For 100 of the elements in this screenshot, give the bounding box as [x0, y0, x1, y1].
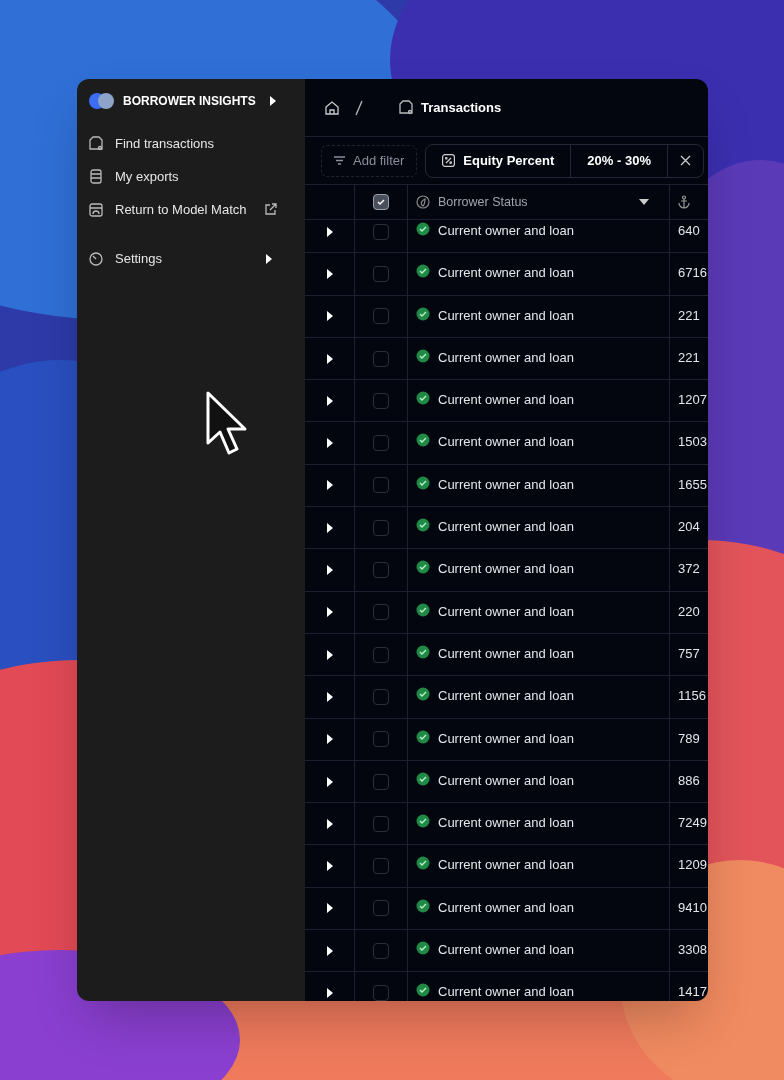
check-circle-icon	[416, 306, 430, 321]
status-text: Current owner and loan	[438, 602, 574, 621]
row-checkbox[interactable]	[373, 350, 389, 367]
percent-icon	[442, 154, 456, 167]
expand-icon[interactable]	[325, 395, 334, 406]
address-text: 789	[678, 729, 700, 748]
address-text: 6716	[678, 264, 707, 283]
add-filter-button[interactable]: Add filter	[321, 144, 418, 177]
row-checkbox[interactable]	[373, 265, 389, 282]
row-checkbox[interactable]	[373, 858, 389, 875]
check-circle-icon	[416, 814, 430, 829]
row-checkbox[interactable]	[373, 562, 389, 578]
status-text: Current owner and loan	[438, 475, 574, 494]
nav-item[interactable]: My exports	[85, 160, 297, 193]
nav-item[interactable]: Find transactions	[85, 127, 297, 160]
expand-icon[interactable]	[325, 776, 334, 787]
expand-icon[interactable]	[325, 734, 334, 745]
row-checkbox[interactable]	[373, 646, 389, 663]
column-header[interactable]: Borrower Status	[438, 192, 631, 212]
row-checkbox[interactable]	[373, 604, 389, 621]
check-circle-icon	[416, 560, 430, 575]
row-checkbox[interactable]	[373, 731, 389, 748]
expand-icon[interactable]	[325, 353, 334, 364]
expand-icon[interactable]	[325, 480, 334, 491]
address-text: 1207	[678, 391, 707, 410]
row-checkbox[interactable]	[373, 308, 389, 325]
close-icon[interactable]	[679, 155, 691, 166]
address-text: 9410	[678, 898, 707, 917]
select-all-checkbox[interactable]	[373, 194, 389, 210]
expand-icon[interactable]	[325, 945, 334, 956]
nav-item[interactable]: Settings	[85, 242, 297, 275]
expand-icon[interactable]	[325, 861, 334, 872]
address-text: 204	[678, 518, 700, 537]
row-checkbox[interactable]	[373, 900, 389, 917]
check-circle-icon	[416, 983, 430, 998]
check-circle-icon	[416, 264, 430, 279]
check-circle-icon	[416, 391, 430, 406]
expand-icon[interactable]	[325, 691, 334, 702]
status-text: Current owner and loan	[438, 391, 574, 410]
expand-icon[interactable]	[325, 438, 334, 449]
expand-icon[interactable]	[325, 311, 334, 322]
address-text: 1209	[678, 856, 707, 875]
row-checkbox[interactable]	[373, 519, 389, 536]
row-checkbox[interactable]	[373, 942, 389, 959]
status-text: Current owner and loan	[438, 729, 574, 748]
address-text: 1503	[678, 433, 707, 452]
expand-icon[interactable]	[325, 268, 334, 279]
expand-icon[interactable]	[325, 226, 334, 237]
status-text: Current owner and loan	[438, 348, 574, 367]
check-circle-icon	[416, 687, 430, 702]
database-icon	[89, 169, 103, 184]
expand-icon[interactable]	[325, 903, 334, 914]
home-icon[interactable]	[325, 100, 339, 115]
address-text: 1156	[678, 687, 706, 706]
row-checkbox[interactable]	[373, 815, 389, 832]
filter-field: Equity Percent	[463, 150, 555, 171]
check-circle-icon	[416, 771, 430, 786]
expand-icon[interactable]	[325, 522, 334, 533]
check-circle-icon	[416, 222, 430, 236]
status-text: Current owner and loan	[438, 560, 574, 579]
row-checkbox[interactable]	[373, 477, 389, 494]
address-text: 640	[678, 222, 700, 240]
logo-icon	[89, 93, 115, 109]
breadcrumb-separator-icon	[355, 99, 363, 116]
address-text: 757	[678, 644, 700, 663]
check-circle-icon	[416, 475, 430, 490]
address-text: 3308	[678, 941, 707, 960]
row-checkbox[interactable]	[373, 985, 389, 1001]
filter-icon	[334, 156, 345, 165]
status-text: Current owner and loan	[438, 771, 574, 790]
status-text: Current owner and loan	[438, 941, 574, 960]
caret-down-icon[interactable]	[639, 199, 649, 205]
document-icon	[399, 100, 413, 115]
external-link-icon	[264, 203, 277, 216]
nav-item[interactable]: Return to Model Match	[85, 193, 297, 226]
status-text: Current owner and loan	[438, 518, 574, 537]
row-checkbox[interactable]	[373, 435, 389, 452]
row-checkbox[interactable]	[373, 223, 389, 240]
check-icon	[376, 197, 386, 207]
expand-icon[interactable]	[325, 565, 334, 575]
page-title: Transactions	[421, 98, 502, 117]
check-circle-icon	[416, 856, 430, 871]
expand-icon[interactable]	[325, 818, 334, 829]
app-title: BORROWER INSIGHTS	[123, 93, 257, 110]
expand-icon[interactable]	[325, 649, 334, 660]
expand-icon[interactable]	[325, 607, 334, 618]
row-checkbox[interactable]	[373, 392, 389, 409]
check-circle-icon	[416, 729, 430, 744]
row-checkbox[interactable]	[373, 773, 389, 790]
browser-window-icon	[89, 202, 103, 217]
check-circle-icon	[416, 602, 430, 617]
status-text: Current owner and loan	[438, 814, 574, 833]
row-checkbox[interactable]	[373, 688, 389, 705]
filter-chip[interactable]: Equity Percent 20% - 30%	[425, 143, 704, 178]
status-text: Current owner and loan	[438, 983, 574, 1001]
address-text: 372	[678, 560, 700, 579]
address-text: 220	[678, 602, 700, 621]
expand-icon[interactable]	[325, 988, 334, 998]
address-text: 1655	[678, 475, 707, 494]
status-text: Current owner and loan	[438, 898, 574, 917]
